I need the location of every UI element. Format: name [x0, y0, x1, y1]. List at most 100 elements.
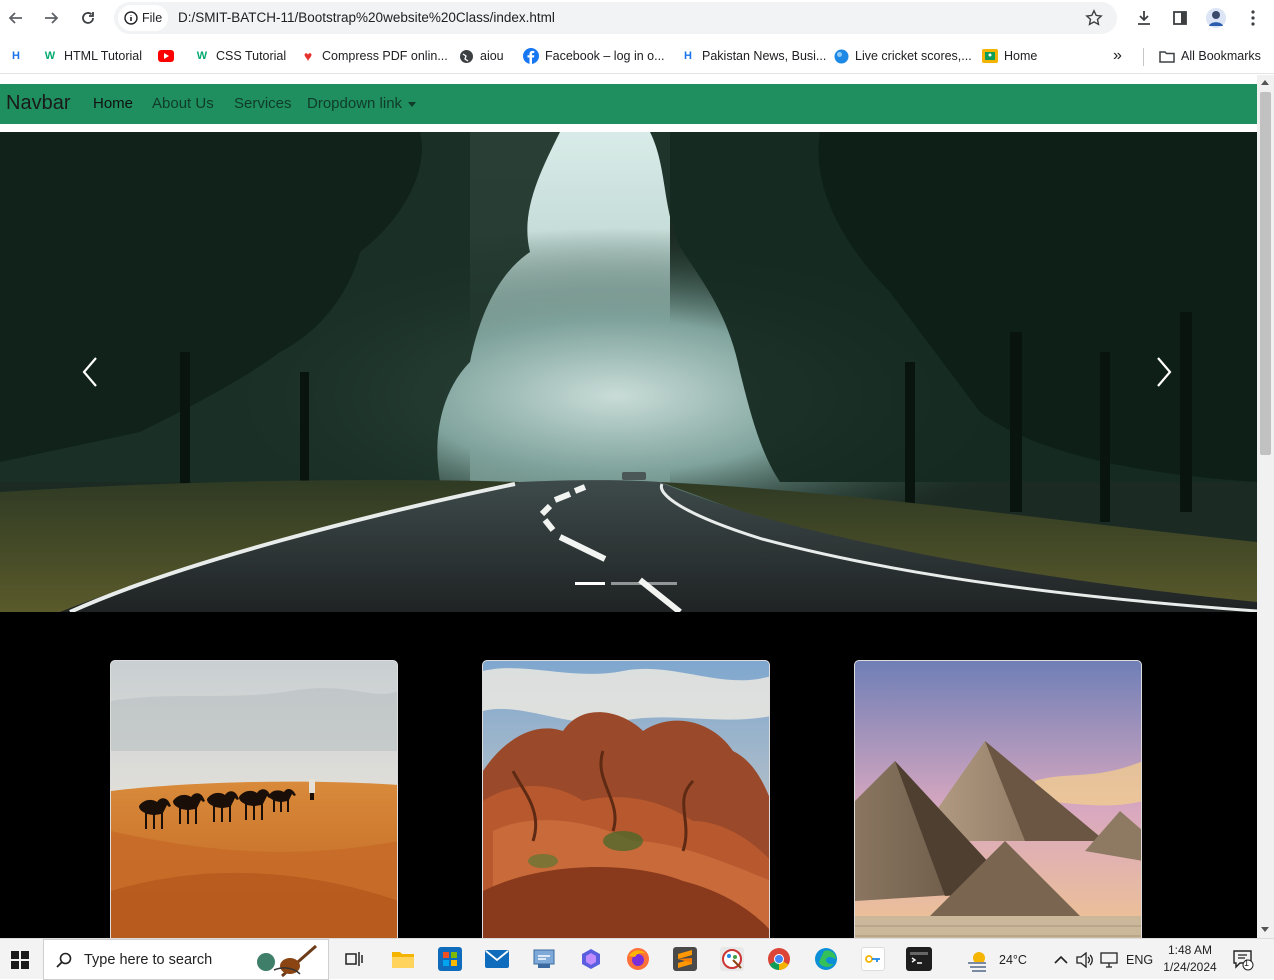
- bookmark-label: HTML Tutorial: [64, 49, 143, 63]
- notification-count: 1: [1244, 958, 1250, 968]
- control-panel-icon[interactable]: [532, 947, 556, 971]
- nav-link-services[interactable]: Services: [234, 95, 292, 112]
- nav-link-home[interactable]: Home: [93, 95, 133, 112]
- notifications-button[interactable]: 1: [1232, 939, 1256, 980]
- address-bar[interactable]: File D:/SMIT-BATCH-11/Bootstrap%20websit…: [114, 2, 1117, 34]
- carousel-next-button[interactable]: [1148, 352, 1178, 392]
- windows-taskbar: Type here to search 24°C ENG 1:48 AM 1/2…: [0, 938, 1274, 980]
- desert-camels-image: [111, 661, 397, 938]
- w3schools-icon: W: [196, 50, 208, 62]
- hero-carousel: [0, 132, 1257, 612]
- speaker-icon[interactable]: [1076, 939, 1094, 980]
- site-info-chip[interactable]: File: [118, 5, 168, 31]
- facebook-icon: [523, 48, 539, 64]
- card-desert: [110, 660, 398, 938]
- info-icon: [124, 11, 138, 25]
- bookmark-label: CSS Tutorial: [216, 49, 287, 63]
- nav-link-about-us[interactable]: About Us: [152, 95, 214, 112]
- all-bookmarks-label: All Bookmarks: [1181, 49, 1261, 63]
- profile-avatar[interactable]: [1203, 5, 1229, 31]
- bookmark-item[interactable]: [158, 47, 174, 65]
- side-panel-icon[interactable]: [1167, 5, 1193, 31]
- weather-haze-icon: [968, 951, 986, 972]
- h-icon: H: [12, 50, 20, 62]
- search-icon: [56, 952, 72, 968]
- cricket-icon: [833, 48, 849, 64]
- reload-icon[interactable]: [75, 5, 101, 31]
- bookmark-star-icon[interactable]: [1085, 9, 1103, 27]
- bookmark-item[interactable]: Home: [982, 47, 1037, 65]
- task-view-icon[interactable]: [342, 947, 366, 971]
- chrome-icon[interactable]: [767, 947, 791, 971]
- url-text[interactable]: D:/SMIT-BATCH-11/Bootstrap%20website%20C…: [178, 10, 555, 25]
- forward-icon[interactable]: [38, 5, 64, 31]
- sublime-text-icon[interactable]: [673, 947, 697, 971]
- card-pyramids: [854, 660, 1142, 938]
- chevron-left-icon: [82, 357, 97, 387]
- scroll-up-icon[interactable]: [1261, 80, 1269, 85]
- chevron-right-icon: [1157, 357, 1172, 387]
- site-navbar: Navbar Home About Us Services Dropdown l…: [0, 84, 1257, 124]
- back-icon[interactable]: [3, 5, 29, 31]
- nav-link-dropdown[interactable]: Dropdown link: [307, 95, 417, 112]
- vpn-key-icon[interactable]: [861, 947, 885, 971]
- bookmark-item[interactable]: Live cricket scores,...: [833, 47, 972, 65]
- taskbar-clock[interactable]: 1:48 AM 1/24/2024: [1160, 942, 1220, 976]
- bookmarks-bar: H W HTML Tutorial W CSS Tutorial ♥ Compr…: [0, 38, 1274, 74]
- bookmark-item[interactable]: aiou: [458, 47, 504, 65]
- all-bookmarks-button[interactable]: All Bookmarks: [1159, 47, 1261, 65]
- page-scrollbar[interactable]: [1257, 75, 1274, 938]
- caret-down-icon: [408, 101, 417, 107]
- network-icon[interactable]: [1100, 939, 1118, 980]
- pyramids-image: [855, 661, 1141, 938]
- scroll-thumb[interactable]: [1260, 92, 1271, 455]
- microsoft-store-icon[interactable]: [438, 947, 462, 971]
- bookmarks-overflow-button[interactable]: »: [1113, 47, 1122, 65]
- page-viewport: Navbar Home About Us Services Dropdown l…: [0, 75, 1257, 938]
- bookmark-item[interactable]: Facebook – log in o...: [523, 47, 665, 65]
- bookmark-item[interactable]: H Pakistan News, Busi...: [680, 47, 826, 65]
- weather-widget[interactable]: 24°C: [965, 939, 1027, 980]
- carousel-indicator[interactable]: [611, 582, 641, 585]
- w3schools-icon: W: [44, 50, 56, 62]
- copilot-icon[interactable]: [579, 947, 603, 971]
- scroll-down-icon[interactable]: [1261, 927, 1269, 932]
- forest-road-image: [0, 132, 1257, 612]
- clock-time: 1:48 AM: [1167, 943, 1213, 957]
- overflow-chevron: »: [1113, 47, 1122, 64]
- menu-kebab-icon[interactable]: [1240, 5, 1266, 31]
- scheme-label: File: [142, 11, 163, 25]
- download-icon[interactable]: [1131, 5, 1157, 31]
- windows-start-icon[interactable]: [8, 948, 32, 972]
- dropdown-label: Dropdown link: [307, 95, 403, 112]
- firefox-icon[interactable]: [626, 947, 650, 971]
- bookmark-item[interactable]: W CSS Tutorial: [194, 47, 286, 65]
- paint-icon[interactable]: [720, 947, 744, 971]
- file-explorer-icon[interactable]: [391, 947, 415, 971]
- taskbar-search[interactable]: Type here to search: [43, 939, 329, 980]
- bookmark-item[interactable]: ♥ Compress PDF onlin...: [300, 47, 448, 65]
- edge-icon[interactable]: [814, 947, 838, 971]
- bookmark-item[interactable]: W HTML Tutorial: [42, 47, 142, 65]
- navbar-brand[interactable]: Navbar: [6, 92, 70, 115]
- show-hidden-icons-icon[interactable]: [1054, 939, 1068, 980]
- bookmarks-divider: [1143, 48, 1144, 66]
- bookmark-label: Live cricket scores,...: [855, 49, 972, 63]
- search-highlight-image: [257, 944, 317, 977]
- carousel-indicator[interactable]: [575, 582, 605, 585]
- language-label: ENG: [1126, 952, 1154, 967]
- clock-date: 1/24/2024: [1163, 960, 1217, 974]
- language-indicator[interactable]: ENG: [1126, 939, 1153, 980]
- browser-toolbar: File D:/SMIT-BATCH-11/Bootstrap%20websit…: [0, 0, 1274, 38]
- bookmark-label: Facebook – log in o...: [545, 49, 665, 63]
- bookmark-label: Pakistan News, Busi...: [702, 49, 827, 63]
- bookmark-item[interactable]: H: [8, 47, 24, 65]
- terminal-icon[interactable]: [906, 947, 932, 971]
- mail-icon[interactable]: [485, 947, 509, 971]
- bookmark-label: Compress PDF onlin...: [322, 49, 448, 63]
- cards-section: [0, 612, 1257, 938]
- card-rocks: [482, 660, 770, 938]
- youtube-icon: [158, 48, 174, 64]
- carousel-indicator[interactable]: [647, 582, 677, 585]
- carousel-prev-button[interactable]: [76, 352, 106, 392]
